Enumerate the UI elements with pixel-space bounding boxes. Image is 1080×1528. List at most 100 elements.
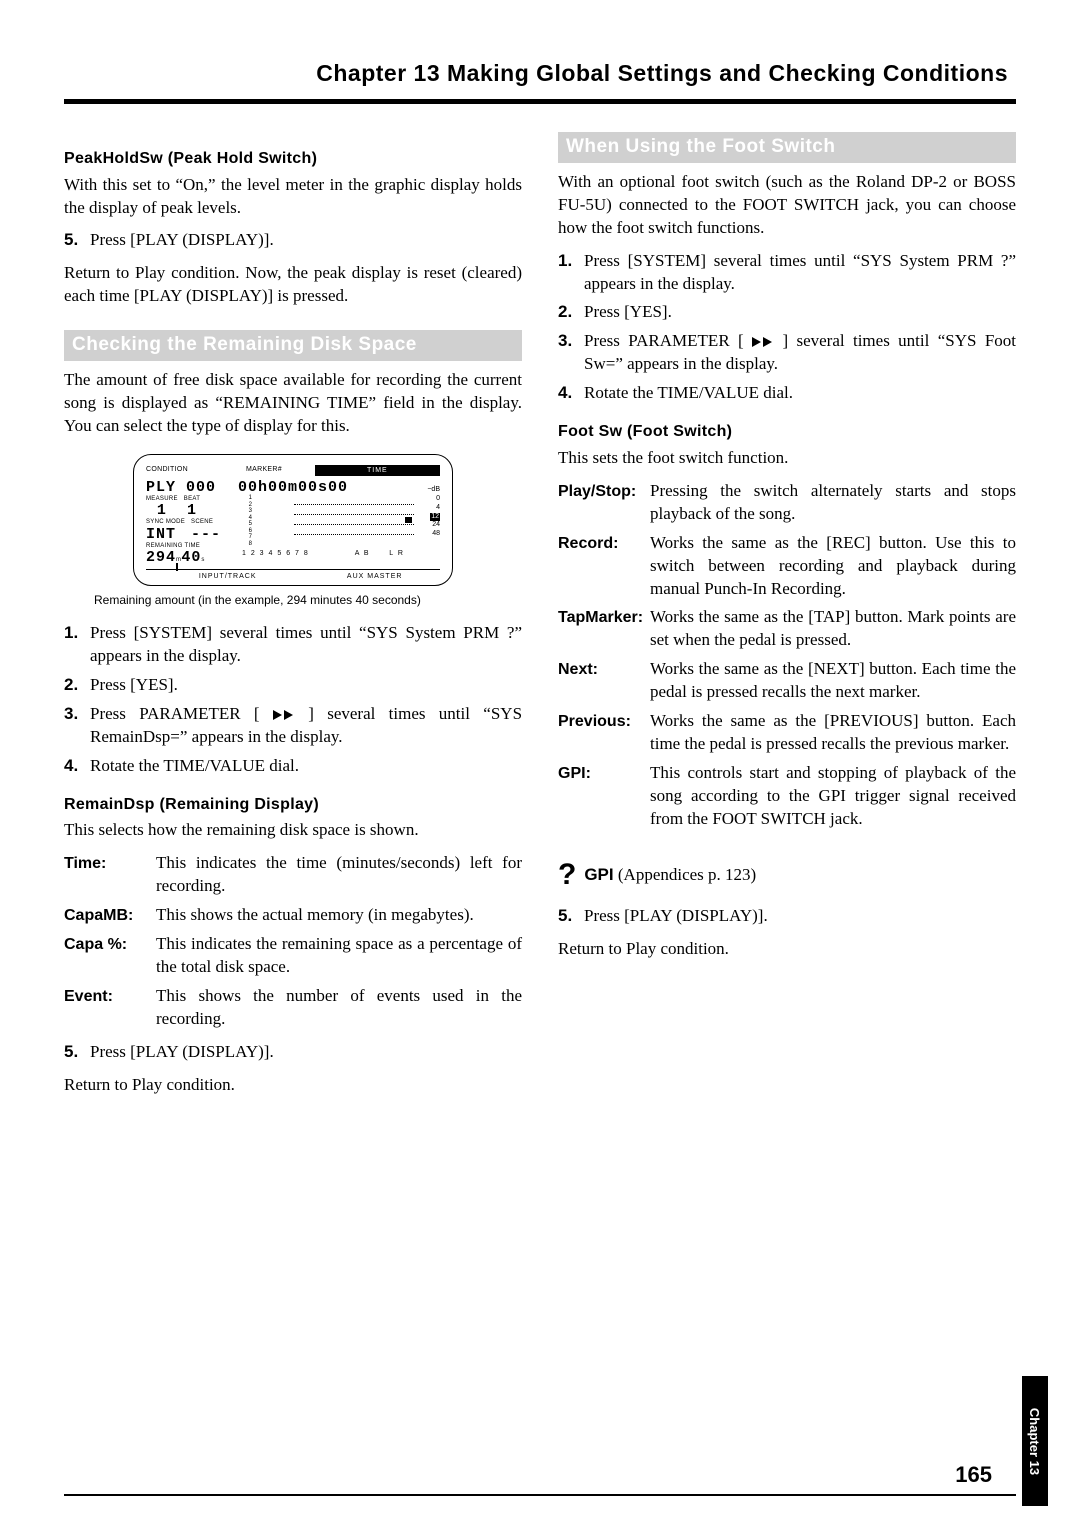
step-number: 5. <box>558 905 584 928</box>
step-text: Press [SYSTEM] several times until “SYS … <box>90 622 522 668</box>
def-term: Capa %: <box>64 934 156 956</box>
def-desc: Works the same as the [NEXT] button. Eac… <box>650 658 1016 704</box>
step-text: Press [SYSTEM] several times until “SYS … <box>584 250 1016 296</box>
disk-steps: 1. Press [SYSTEM] several times until “S… <box>64 622 522 778</box>
peakhold-return: Return to Play condition. Now, the peak … <box>64 262 522 308</box>
step-4: 4. Rotate the TIME/VALUE dial. <box>64 755 522 778</box>
step-number: 4. <box>558 382 584 405</box>
step-3: 3. Press PARAMETER [ ] several times unt… <box>64 703 522 749</box>
lcd-db0: 0 <box>420 495 440 504</box>
lcd-sync: INT <box>146 527 185 542</box>
lcd-db48: 48 <box>420 530 440 539</box>
figure-caption: Remaining amount (in the example, 294 mi… <box>94 592 522 608</box>
footsw-body: This sets the foot switch function. <box>558 447 1016 470</box>
def-term: Time: <box>64 853 156 875</box>
step-text: Press [PLAY (DISPLAY)]. <box>584 905 1016 928</box>
def-desc: This shows the number of events used in … <box>156 985 522 1031</box>
def-playstop: Play/Stop: Pressing the switch alternate… <box>558 480 1016 526</box>
disk-return: Return to Play condition. <box>64 1074 522 1097</box>
lcd-measure: 1 <box>146 503 178 518</box>
right-column: When Using the Foot Switch With an optio… <box>558 132 1016 1107</box>
footswitch-steps: 1. Press [SYSTEM] several times until “S… <box>558 250 1016 406</box>
chapter-side-tab: Chapter 13 <box>1022 1376 1048 1506</box>
lcd-scene: --- <box>191 527 221 542</box>
def-time: Time: This indicates the time (minutes/s… <box>64 852 522 898</box>
columns: PeakHoldSw (Peak Hold Switch) With this … <box>64 132 1016 1107</box>
remaindsp-body: This selects how the remaining disk spac… <box>64 819 522 842</box>
def-term: Event: <box>64 986 156 1008</box>
def-term: TapMarker: <box>558 607 650 629</box>
def-gpi: GPI: This controls start and stopping of… <box>558 762 1016 831</box>
footswitch-return: Return to Play condition. <box>558 938 1016 961</box>
step-1: 1. Press [SYSTEM] several times until “S… <box>558 250 1016 296</box>
step-5: 5. Press [PLAY (DISPLAY)]. <box>64 1041 522 1064</box>
lcd-rem-s-unit: s <box>201 557 204 563</box>
step-number: 1. <box>558 250 584 273</box>
lcd-lr: L R <box>380 549 414 558</box>
forward-icon <box>273 710 295 720</box>
lcd-level-meters <box>294 495 414 547</box>
lcd-aux-master: AUX MASTER <box>309 572 440 581</box>
def-term: CapaMB: <box>64 905 156 927</box>
step-number: 5. <box>64 229 90 252</box>
disk-space-section-title: Checking the Remaining Disk Space <box>64 330 522 361</box>
step-number: 1. <box>64 622 90 645</box>
disk-step5: 5. Press [PLAY (DISPLAY)]. <box>64 1041 522 1064</box>
footsw-defs: Play/Stop: Pressing the switch alternate… <box>558 480 1016 831</box>
def-desc: Works the same as the [PREVIOUS] button.… <box>650 710 1016 756</box>
def-desc: Pressing the switch alternately starts a… <box>650 480 1016 526</box>
lcd-frame: CONDITION MARKER# TIME PLY 000 MEASURE 1 <box>133 454 453 586</box>
gpi-ref: (Appendices p. 123) <box>614 865 757 884</box>
lcd-db24: 24 <box>420 521 440 530</box>
step-number: 2. <box>558 301 584 324</box>
step-number: 3. <box>64 703 90 726</box>
lcd-marker-label: MARKER# <box>246 466 282 473</box>
def-desc: This shows the actual memory (in megabyt… <box>156 904 522 927</box>
def-term: Record: <box>558 533 650 555</box>
peakhold-steps: 5. Press [PLAY (DISPLAY)]. <box>64 229 522 252</box>
lcd-db4: 4 <box>420 504 440 513</box>
step-3: 3. Press PARAMETER [ ] several times unt… <box>558 330 1016 376</box>
page: Chapter 13 Making Global Settings and Ch… <box>32 0 1048 1528</box>
page-number: 165 <box>955 1462 992 1488</box>
disk-intro: The amount of free disk space available … <box>64 369 522 438</box>
footswitch-section-title: When Using the Foot Switch <box>558 132 1016 163</box>
footswitch-intro: With an optional foot switch (such as th… <box>558 171 1016 240</box>
step-5: 5. Press [PLAY (DISPLAY)]. <box>558 905 1016 928</box>
def-term: GPI: <box>558 763 650 785</box>
def-capapct: Capa %: This indicates the remaining spa… <box>64 933 522 979</box>
step-text: Press [PLAY (DISPLAY)]. <box>90 229 522 252</box>
step-number: 3. <box>558 330 584 353</box>
left-column: PeakHoldSw (Peak Hold Switch) With this … <box>64 132 522 1107</box>
def-desc: This indicates the time (minutes/seconds… <box>156 852 522 898</box>
step-text: Press [YES]. <box>90 674 522 697</box>
lcd-meter-scale: 1 2 3 4 5 6 7 8 <box>242 495 294 547</box>
lcd-condition-label: CONDITION <box>146 466 188 473</box>
step-text: Press PARAMETER [ ] several times until … <box>584 330 1016 376</box>
step-4: 4. Rotate the TIME/VALUE dial. <box>558 382 1016 405</box>
step-number: 5. <box>64 1041 90 1064</box>
step-text: Rotate the TIME/VALUE dial. <box>584 382 1016 405</box>
def-desc: This indicates the remaining space as a … <box>156 933 522 979</box>
def-next: Next: Works the same as the [NEXT] butto… <box>558 658 1016 704</box>
lcd-rem-sec: 40 <box>181 549 201 566</box>
step-2: 2. Press [YES]. <box>558 301 1016 324</box>
footswitch-step5: 5. Press [PLAY (DISPLAY)]. <box>558 905 1016 928</box>
def-term: Previous: <box>558 711 650 733</box>
lcd-db12: 12 <box>430 513 440 522</box>
def-capamb: CapaMB: This shows the actual memory (in… <box>64 904 522 927</box>
lcd-remtime: 294 <box>146 549 176 566</box>
def-term: Next: <box>558 659 650 681</box>
header-rule <box>64 99 1016 104</box>
lcd-db-label: −dB <box>420 486 440 495</box>
lcd-timecode: 00h00m00s00 <box>238 480 414 495</box>
remaindsp-heading: RemainDsp (Remaining Display) <box>64 794 522 816</box>
def-tapmarker: TapMarker: Works the same as the [TAP] b… <box>558 606 1016 652</box>
footer-rule <box>64 1494 1016 1496</box>
gpi-reference: ? GPI (Appendices p. 123) <box>558 855 1016 896</box>
def-desc: Works the same as the [REC] button. Use … <box>650 532 1016 601</box>
def-previous: Previous: Works the same as the [PREVIOU… <box>558 710 1016 756</box>
lcd-ply: PLY 000 <box>146 480 236 495</box>
step-1: 1. Press [SYSTEM] several times until “S… <box>64 622 522 668</box>
lcd-ab: A B <box>345 549 379 558</box>
